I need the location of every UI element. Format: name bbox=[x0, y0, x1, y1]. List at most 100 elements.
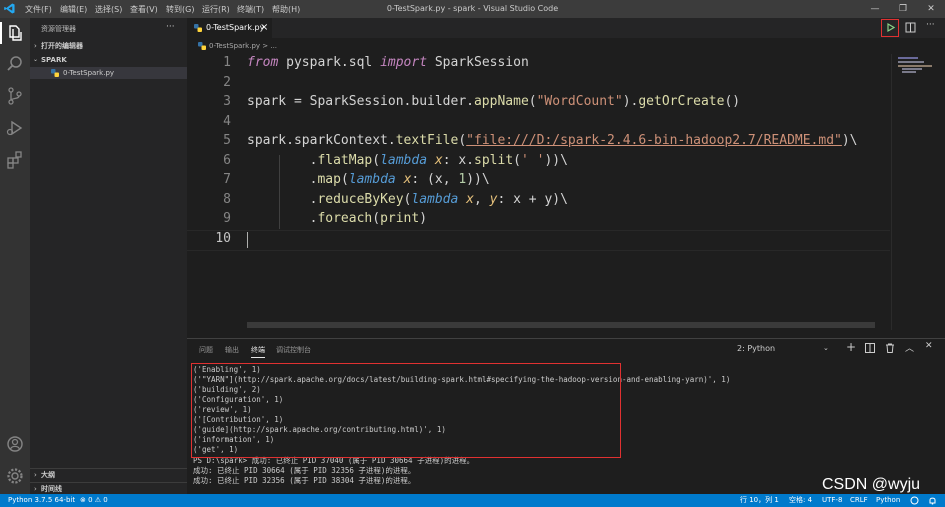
encoding[interactable]: UTF-8 bbox=[822, 494, 842, 507]
code-token: lambda bbox=[411, 192, 459, 207]
text-cursor bbox=[247, 232, 248, 248]
code-token: appName bbox=[473, 94, 529, 109]
code-token: 1 bbox=[458, 172, 467, 187]
menu-view[interactable]: 查看(V) bbox=[130, 4, 158, 15]
code-line-3: spark = SparkSession.builder.appName("Wo… bbox=[247, 94, 740, 109]
open-editors-label: 打开的编辑器 bbox=[41, 42, 83, 50]
indentation[interactable]: 空格: 4 bbox=[789, 494, 812, 507]
tab-output[interactable]: 输出 bbox=[225, 345, 239, 355]
code-token: . bbox=[247, 153, 318, 168]
language-mode[interactable]: Python bbox=[876, 494, 900, 507]
code-token: foreach bbox=[317, 211, 373, 226]
code-line-6: .flatMap(lambda x: x.split(' '))\ bbox=[247, 153, 568, 168]
code-line-7: .map(lambda x: (x, 1))\ bbox=[247, 172, 490, 187]
code-token: : x. bbox=[442, 153, 475, 168]
editor-more-actions-icon[interactable]: ··· bbox=[926, 20, 935, 30]
code-token: : x + y)\ bbox=[497, 192, 568, 207]
account-icon[interactable] bbox=[5, 434, 25, 454]
manage-gear-icon[interactable] bbox=[5, 466, 25, 486]
menu-terminal[interactable]: 终端(T) bbox=[237, 4, 264, 15]
chevron-down-icon: ⌄ bbox=[33, 56, 39, 63]
minimap-line bbox=[902, 68, 922, 70]
minimap-line bbox=[898, 57, 918, 59]
code-token: x bbox=[434, 153, 443, 168]
problems-count[interactable]: ⊗ 0 ⚠ 0 bbox=[80, 494, 108, 507]
terminal-select[interactable]: 2: Python ⌄ bbox=[733, 342, 833, 355]
close-panel-icon[interactable]: ✕ bbox=[925, 341, 933, 351]
tab-close-icon[interactable]: × bbox=[260, 18, 268, 38]
folder-label: SPARK bbox=[41, 56, 67, 64]
tab-label: 0-TestSpark.py bbox=[206, 23, 265, 32]
chevron-down-icon: ⌄ bbox=[823, 344, 829, 352]
code-editor[interactable]: 1 2 3 4 5 6 7 8 9 10 from pyspark.sql im… bbox=[187, 54, 890, 330]
tab-problems[interactable]: 问题 bbox=[199, 345, 213, 355]
menu-go[interactable]: 转到(G) bbox=[166, 4, 194, 15]
code-token: ( bbox=[513, 153, 521, 168]
menu-run[interactable]: 运行(R) bbox=[202, 4, 230, 15]
notifications-bell-icon[interactable] bbox=[928, 496, 937, 505]
code-token: split bbox=[474, 153, 514, 168]
split-terminal-icon[interactable] bbox=[865, 343, 875, 353]
code-line-1: from pyspark.sql import SparkSession bbox=[247, 55, 529, 70]
code-token: x bbox=[466, 192, 474, 207]
close-window-icon[interactable]: ✕ bbox=[924, 2, 938, 16]
more-actions-icon[interactable]: ··· bbox=[166, 22, 175, 32]
line-number: 3 bbox=[223, 94, 231, 109]
code-token: . bbox=[247, 211, 318, 226]
python-file-icon bbox=[51, 69, 59, 77]
line-number: 9 bbox=[223, 211, 231, 226]
explorer-icon[interactable] bbox=[5, 23, 25, 43]
breadcrumb[interactable]: 0-TestSpark.py > ... bbox=[187, 38, 887, 54]
line-number: 7 bbox=[223, 172, 231, 187]
code-token: from bbox=[247, 55, 279, 70]
cursor-position[interactable]: 行 10，列 1 bbox=[740, 494, 779, 507]
new-terminal-icon[interactable]: + bbox=[846, 340, 856, 354]
feedback-icon[interactable] bbox=[910, 496, 919, 505]
code-token: pyspark.sql bbox=[278, 55, 381, 70]
code-token: ). bbox=[622, 94, 639, 109]
code-token: )\ bbox=[841, 133, 858, 148]
menu-file[interactable]: 文件(F) bbox=[25, 4, 52, 15]
highlight-box-output bbox=[191, 363, 621, 458]
code-token: getOrCreate bbox=[638, 94, 725, 109]
folder-section-spark[interactable]: ⌄ SPARK bbox=[30, 54, 187, 66]
code-token: lambda bbox=[348, 172, 396, 187]
code-token: ( bbox=[528, 94, 537, 109]
end-of-line[interactable]: CRLF bbox=[850, 494, 868, 507]
code-token[interactable]: "file:///D:/spark-2.4.6-bin-hadoop2.7/RE… bbox=[466, 133, 842, 148]
file-item-testspark[interactable]: 0-TestSpark.py bbox=[30, 67, 187, 79]
code-token: ))\ bbox=[544, 153, 568, 168]
source-control-icon[interactable] bbox=[5, 86, 25, 106]
open-editors-section[interactable]: › 打开的编辑器 bbox=[30, 40, 187, 52]
minimap[interactable] bbox=[891, 54, 936, 330]
file-item-label: 0-TestSpark.py bbox=[63, 69, 115, 77]
line-number: 1 bbox=[223, 55, 231, 70]
minimize-icon[interactable]: — bbox=[868, 2, 882, 16]
maximize-panel-icon[interactable]: ︿ bbox=[905, 341, 914, 354]
code-token: textFile bbox=[395, 133, 459, 148]
python-interpreter[interactable]: Python 3.7.5 64-bit bbox=[8, 494, 75, 507]
restore-icon[interactable]: ❐ bbox=[896, 2, 910, 16]
run-debug-icon[interactable] bbox=[5, 118, 25, 138]
indent-guide bbox=[279, 155, 280, 229]
current-line-highlight bbox=[187, 230, 890, 251]
line-number: 5 bbox=[223, 133, 231, 148]
tab-terminal[interactable]: 终端 bbox=[251, 345, 265, 358]
extensions-icon[interactable] bbox=[5, 150, 25, 170]
trash-icon[interactable] bbox=[885, 343, 895, 353]
minimap-line bbox=[898, 61, 924, 63]
tab-debug-console[interactable]: 调试控制台 bbox=[276, 345, 311, 355]
menu-edit[interactable]: 编辑(E) bbox=[60, 4, 87, 15]
tab-testspark[interactable]: 0-TestSpark.py × bbox=[187, 18, 272, 38]
code-token: "WordCount" bbox=[536, 94, 623, 109]
code-token: ( bbox=[372, 153, 381, 168]
line-number: 10 bbox=[215, 231, 231, 246]
search-icon[interactable] bbox=[5, 54, 25, 74]
outline-section[interactable]: › 大纲 bbox=[30, 468, 187, 481]
menu-help[interactable]: 帮助(H) bbox=[272, 4, 300, 15]
menu-selection[interactable]: 选择(S) bbox=[95, 4, 122, 15]
split-editor-icon[interactable] bbox=[905, 22, 916, 33]
code-token: . bbox=[247, 192, 318, 207]
horizontal-scrollbar[interactable] bbox=[247, 322, 875, 328]
